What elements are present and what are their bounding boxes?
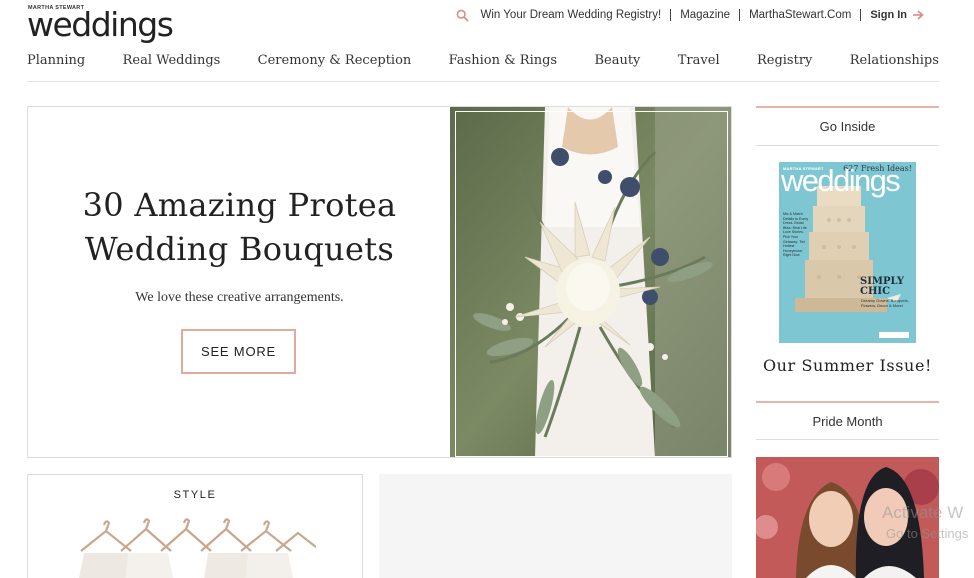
nav-item-relationships[interactable]: Relationships [850, 53, 939, 81]
cover-caption[interactable]: Our Summer Issue! [756, 356, 939, 375]
nav-item-real-weddings[interactable]: Real Weddings [123, 53, 221, 81]
divider [860, 9, 862, 21]
nav-item-ceremony-reception[interactable]: Ceremony & Reception [258, 53, 412, 81]
utility-bar: Win Your Dream Wedding Registry! Magazin… [456, 6, 924, 24]
cover-headline: SIMPLY CHIC [860, 276, 905, 297]
magazine-link[interactable]: Magazine [680, 9, 730, 21]
placeholder-card[interactable] [379, 474, 732, 578]
sidebar-accent-line [756, 106, 939, 108]
style-card-image[interactable] [76, 513, 317, 578]
magazine-cover[interactable]: MARTHA STEWART 627 Fresh Ideas! weddings… [779, 162, 916, 343]
hero-text: 30 Amazing Protea Wedding Bouquets We lov… [28, 107, 451, 457]
nav-item-planning[interactable]: Planning [27, 53, 85, 81]
nav-item-beauty[interactable]: Beauty [594, 53, 640, 81]
see-more-button[interactable]: SEE MORE [181, 329, 296, 374]
divider [739, 9, 741, 21]
hero-bouquet-image[interactable] [450, 107, 731, 457]
cover-headline-sub: Dreamy Gowns, Bouquets, Flowers, Decor &… [861, 298, 909, 308]
marthastewart-link[interactable]: MarthaStewart.Com [749, 9, 851, 21]
search-icon[interactable] [456, 9, 469, 22]
sidebar-accent-line [756, 401, 939, 403]
style-card-label: STYLE [173, 489, 217, 501]
nav-item-travel[interactable]: Travel [678, 53, 720, 81]
arrow-right-icon[interactable] [913, 7, 924, 23]
hero-title[interactable]: 30 Amazing Protea Wedding Bouquets [28, 183, 451, 271]
nav-item-registry[interactable]: Registry [757, 53, 812, 81]
site-logo[interactable]: MARTHA STEWART weddings [27, 4, 174, 44]
registry-link[interactable]: Win Your Dream Wedding Registry! [481, 9, 662, 21]
nav-divider [27, 81, 939, 82]
activation-watermark: Activate W Go to Settings [882, 503, 969, 541]
sidebar-divider [756, 145, 939, 146]
go-inside-heading[interactable]: Go Inside [756, 119, 939, 134]
pride-month-heading[interactable]: Pride Month [756, 414, 939, 429]
logo-brand-name: weddings [27, 5, 174, 44]
divider [670, 9, 672, 21]
nav-item-fashion-rings[interactable]: Fashion & Rings [449, 53, 557, 81]
main-nav: Planning Real Weddings Ceremony & Recept… [27, 53, 939, 81]
hero-subtitle: We love these creative arrangements. [135, 290, 344, 305]
cover-title: weddings [781, 163, 901, 198]
sign-in-link[interactable]: Sign In [870, 9, 907, 21]
cover-side-text: Mix & Match Details to Every Dress. Brid… [783, 212, 809, 258]
hero-feature[interactable]: 30 Amazing Protea Wedding Bouquets We lov… [27, 106, 732, 458]
style-card[interactable]: STYLE [27, 474, 363, 578]
sidebar-divider [756, 439, 939, 440]
